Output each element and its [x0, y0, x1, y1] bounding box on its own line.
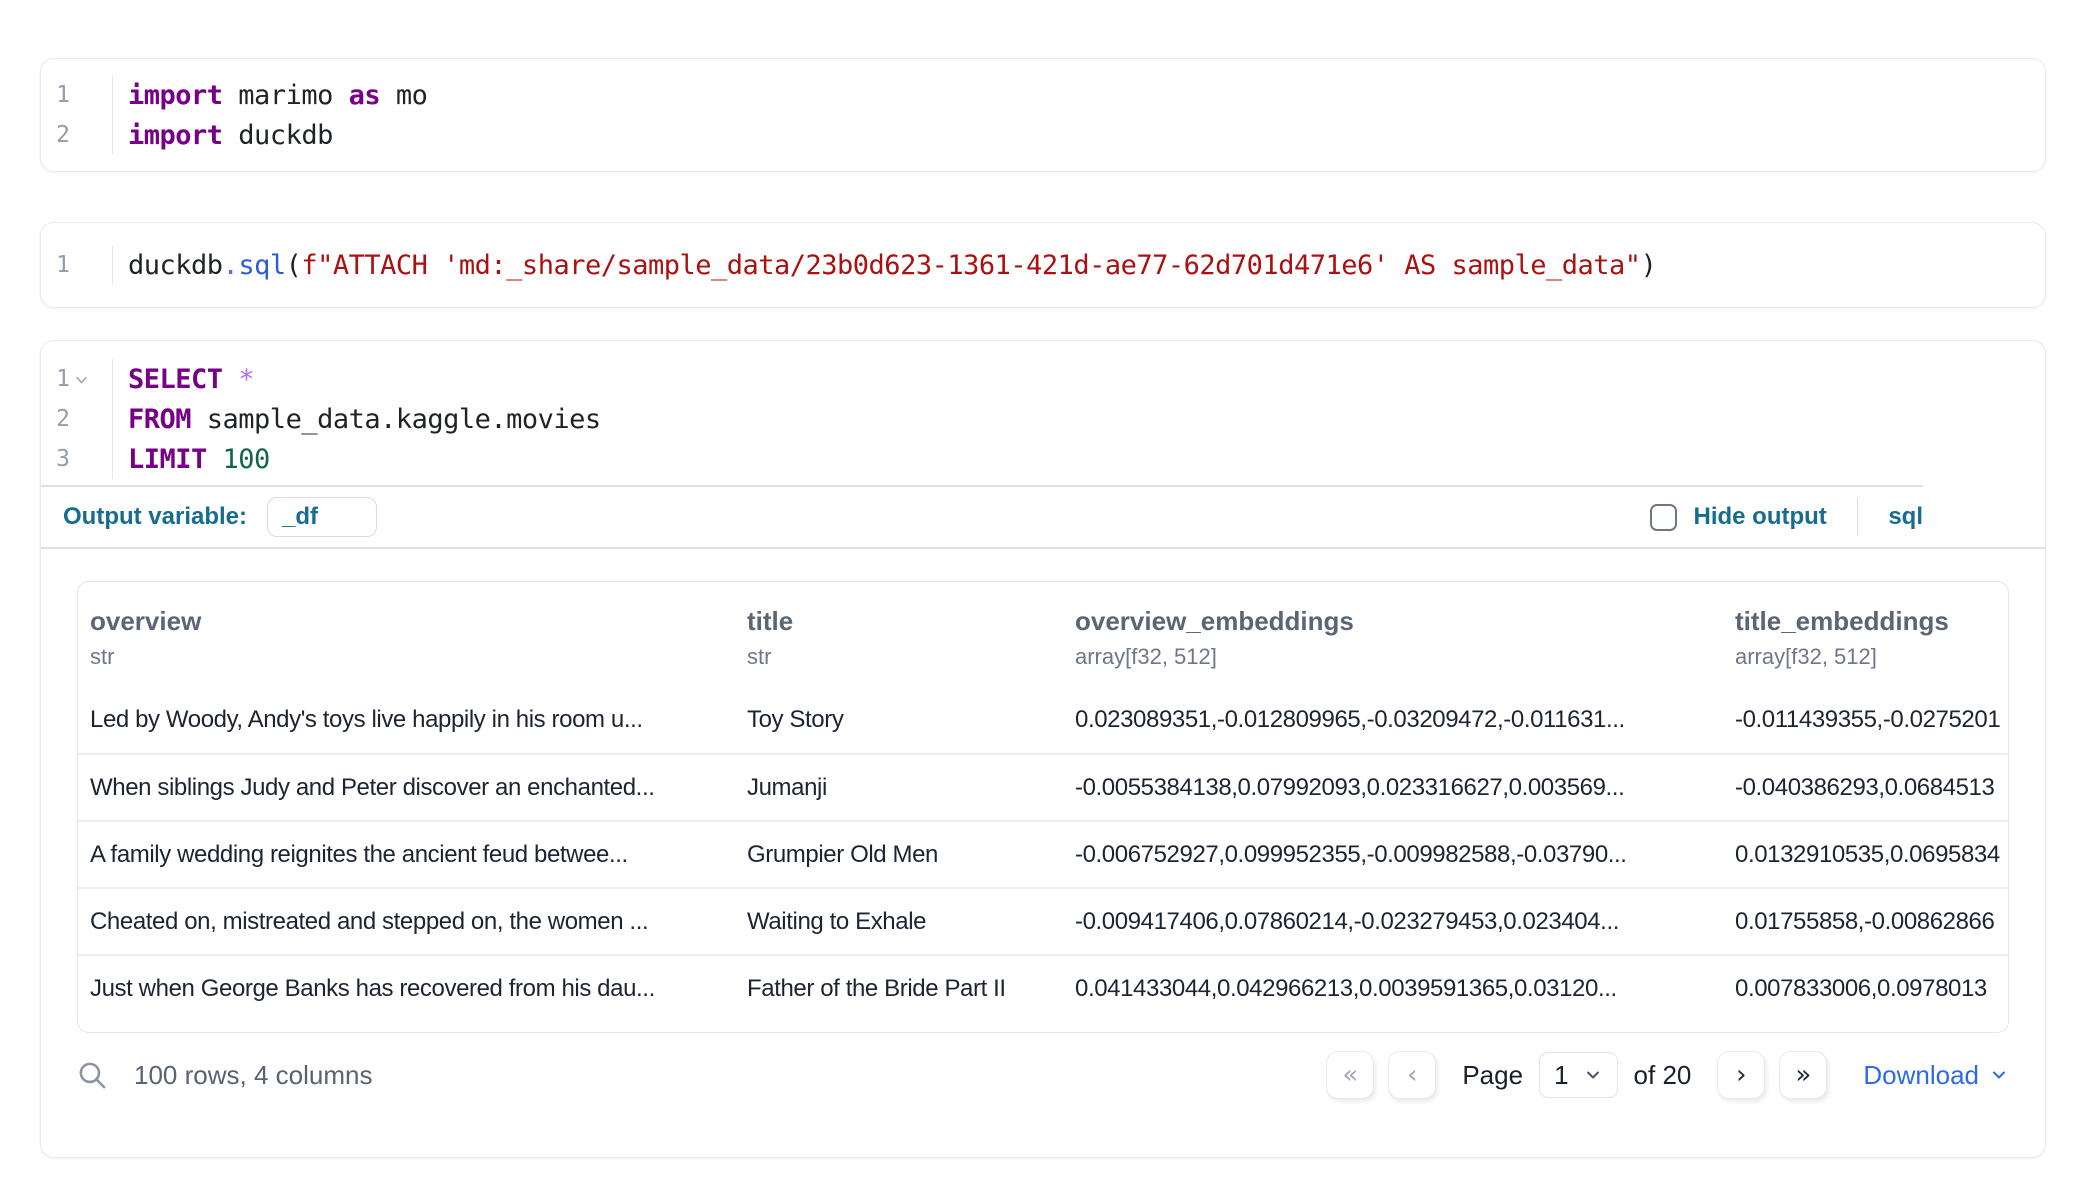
- search-icon[interactable]: [77, 1060, 108, 1091]
- table-cell: -0.040386293,0.0684513: [1723, 774, 2008, 802]
- table-footer-left: 100 rows, 4 columns: [77, 1051, 372, 1099]
- code-line: 2FROM sample_data.kaggle.movies: [41, 399, 2045, 439]
- table-row: Led by Woody, Andy's toys live happily i…: [78, 686, 2008, 753]
- download-label: Download: [1863, 1060, 1979, 1091]
- table-cell: 0.0132910535,0.0695834: [1723, 841, 2008, 869]
- table-row: Cheated on, mistreated and stepped on, t…: [78, 887, 2008, 954]
- line-number: 1: [41, 75, 113, 115]
- data-table: overview str title str overview_embeddingsar…: [77, 581, 2009, 1033]
- pagination: « ‹ Page 1 of 20 › » Download: [1326, 1051, 2009, 1099]
- code-line: 1import marimo as mo: [41, 75, 2045, 115]
- table-body: Led by Woody, Andy's toys live happily i…: [78, 686, 2008, 1021]
- notebook-cell-imports: 1import marimo as mo2import duckdb: [40, 58, 2046, 172]
- table-cell: Toy Story: [735, 706, 1063, 734]
- code-line: 2import duckdb: [41, 115, 2045, 155]
- table-cell: Led by Woody, Andy's toys live happily i…: [78, 706, 735, 734]
- table-cell: A family wedding reignites the ancient f…: [78, 841, 735, 869]
- page-select[interactable]: 1: [1539, 1052, 1617, 1098]
- column-header-overview_embeddings[interactable]: overview_embeddings array[f32, 512]: [1063, 606, 1723, 670]
- line-number: 3: [41, 439, 113, 479]
- code-line: 3LIMIT 100: [41, 439, 2045, 479]
- column-header-title_embeddings[interactable]: title_embeddings array[f32, 512]: [1723, 606, 2008, 670]
- output-variable-input[interactable]: [267, 497, 377, 537]
- table-header-row: overview str title str overview_embeddingsar…: [78, 582, 2008, 686]
- table-cell: Father of the Bride Part II: [735, 975, 1063, 1003]
- marimo-notebook: { "colors": { "accent": "#176d91", "down…: [0, 0, 2086, 1192]
- notebook-cell-sql-query: 1SELECT *2FROM sample_data.kaggle.movies…: [40, 340, 2046, 1158]
- column-name: overview_embeddings: [1075, 606, 1723, 637]
- code-line: 1duckdb.sql(f"ATTACH 'md:_share/sample_d…: [41, 245, 2045, 285]
- table-cell: Just when George Banks has recovered fro…: [78, 975, 735, 1003]
- page-total: of 20: [1634, 1060, 1692, 1091]
- download-button[interactable]: Download: [1863, 1060, 2009, 1091]
- output-variable-label: Output variable:: [63, 503, 247, 531]
- table-cell: -0.0055384138,0.07992093,0.023316627,0.0…: [1063, 774, 1723, 802]
- next-page-button[interactable]: ›: [1717, 1051, 1765, 1099]
- last-page-button[interactable]: »: [1779, 1051, 1827, 1099]
- row-count-summary: 100 rows, 4 columns: [134, 1060, 372, 1091]
- page-label: Page: [1462, 1060, 1523, 1091]
- column-type: str: [747, 644, 1063, 670]
- table-row: Just when George Banks has recovered fro…: [78, 954, 2008, 1021]
- line-number: 2: [41, 115, 113, 155]
- table-cell: Cheated on, mistreated and stepped on, t…: [78, 908, 735, 936]
- table-cell: -0.006752927,0.099952355,-0.009982588,-0…: [1063, 841, 1723, 869]
- column-name: overview: [90, 606, 735, 637]
- table-cell: 0.041433044,0.042966213,0.0039591365,0.0…: [1063, 975, 1723, 1003]
- output-variable-bar: Output variable: Hide output sql: [41, 487, 2045, 547]
- hide-output-label[interactable]: Hide output: [1694, 503, 1827, 531]
- table-cell: 0.023089351,-0.012809965,-0.03209472,-0.…: [1063, 706, 1723, 734]
- column-header-title[interactable]: title str: [735, 606, 1063, 670]
- code-line: 1SELECT *: [41, 359, 2045, 399]
- vertical-divider: [1857, 498, 1859, 536]
- table-cell: When siblings Judy and Peter discover an…: [78, 774, 735, 802]
- table-cell: -0.011439355,-0.0275201: [1723, 706, 2008, 734]
- output-divider: [41, 547, 2045, 549]
- table-cell: Grumpier Old Men: [735, 841, 1063, 869]
- page-select-value: 1: [1554, 1060, 1568, 1091]
- line-number: 1: [41, 245, 113, 285]
- table-cell: 0.007833006,0.0978013: [1723, 975, 2008, 1003]
- first-page-button[interactable]: «: [1326, 1051, 1374, 1099]
- notebook-cell-attach-db: 1duckdb.sql(f"ATTACH 'md:_share/sample_d…: [40, 222, 2046, 308]
- column-name: title_embeddings: [1735, 606, 2008, 637]
- code-editor[interactable]: 1SELECT *2FROM sample_data.kaggle.movies…: [41, 341, 2045, 485]
- chevron-down-icon: [1583, 1065, 1603, 1085]
- column-type: array[f32, 512]: [1735, 644, 2008, 670]
- table-cell: Waiting to Exhale: [735, 908, 1063, 936]
- table-cell: 0.01755858,-0.00862866: [1723, 908, 2008, 936]
- fold-chevron-icon[interactable]: [70, 359, 92, 399]
- code-editor[interactable]: 1import marimo as mo2import duckdb: [41, 59, 2045, 171]
- line-number: 1: [41, 359, 113, 399]
- language-badge-sql[interactable]: sql: [1888, 503, 1923, 531]
- prev-page-button[interactable]: ‹: [1388, 1051, 1436, 1099]
- hide-output-checkbox[interactable]: [1650, 504, 1677, 531]
- table-row: When siblings Judy and Peter discover an…: [78, 753, 2008, 820]
- table-cell: -0.009417406,0.07860214,-0.023279453,0.0…: [1063, 908, 1723, 936]
- column-type: str: [90, 644, 735, 670]
- chevron-down-icon: [1989, 1065, 2009, 1085]
- column-name: title: [747, 606, 1063, 637]
- code-editor[interactable]: 1duckdb.sql(f"ATTACH 'md:_share/sample_d…: [41, 223, 2045, 307]
- table-cell: Jumanji: [735, 774, 1063, 802]
- column-header-overview[interactable]: overview str: [78, 606, 735, 670]
- line-number: 2: [41, 399, 113, 439]
- column-type: array[f32, 512]: [1075, 644, 1723, 670]
- table-row: A family wedding reignites the ancient f…: [78, 820, 2008, 887]
- table-footer: 100 rows, 4 columns « ‹ Page 1 of 20 › »…: [41, 1033, 2045, 1099]
